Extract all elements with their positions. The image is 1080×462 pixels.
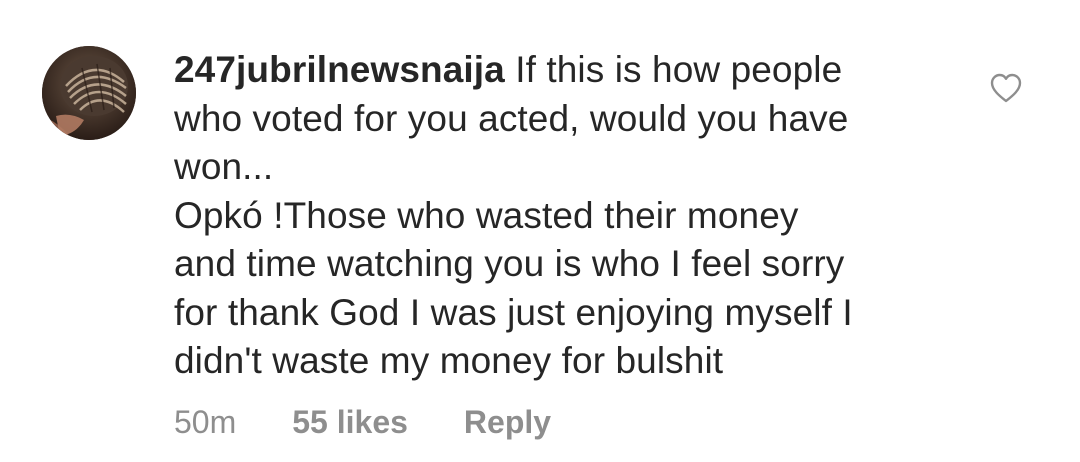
comment-line: who voted for you acted, would you have	[174, 97, 849, 139]
comment-timestamp: 50m	[174, 404, 237, 440]
comment-item: 247jubrilnewsnaija If this is how people…	[0, 0, 1080, 462]
comment-meta: 50m 55 likes Reply	[174, 404, 551, 441]
comment-username[interactable]: 247jubrilnewsnaija	[174, 49, 505, 90]
comment-body: 247jubrilnewsnaija If this is how people…	[174, 46, 954, 386]
heart-outline-icon	[990, 73, 1022, 103]
avatar-image	[42, 46, 136, 140]
comment-likes-count[interactable]: 55 likes	[292, 404, 408, 441]
comment-line: won...	[174, 146, 274, 187]
like-button[interactable]	[989, 72, 1023, 104]
comment-line-text: If this is how people	[515, 49, 843, 90]
avatar[interactable]	[42, 46, 136, 140]
comment-line: for thank God I was just enjoying myself…	[174, 291, 853, 333]
reply-button[interactable]: Reply	[464, 404, 551, 441]
comment-line: Opkó !Those who wasted their money	[174, 194, 799, 236]
comment-line: and time watching you is who I feel sorr…	[174, 243, 845, 284]
comment-line: didn't waste my money for bulshit	[174, 340, 724, 381]
comment-line: 247jubrilnewsnaija If this is how people	[174, 46, 954, 95]
comment-text: 247jubrilnewsnaija If this is how people…	[174, 46, 954, 386]
